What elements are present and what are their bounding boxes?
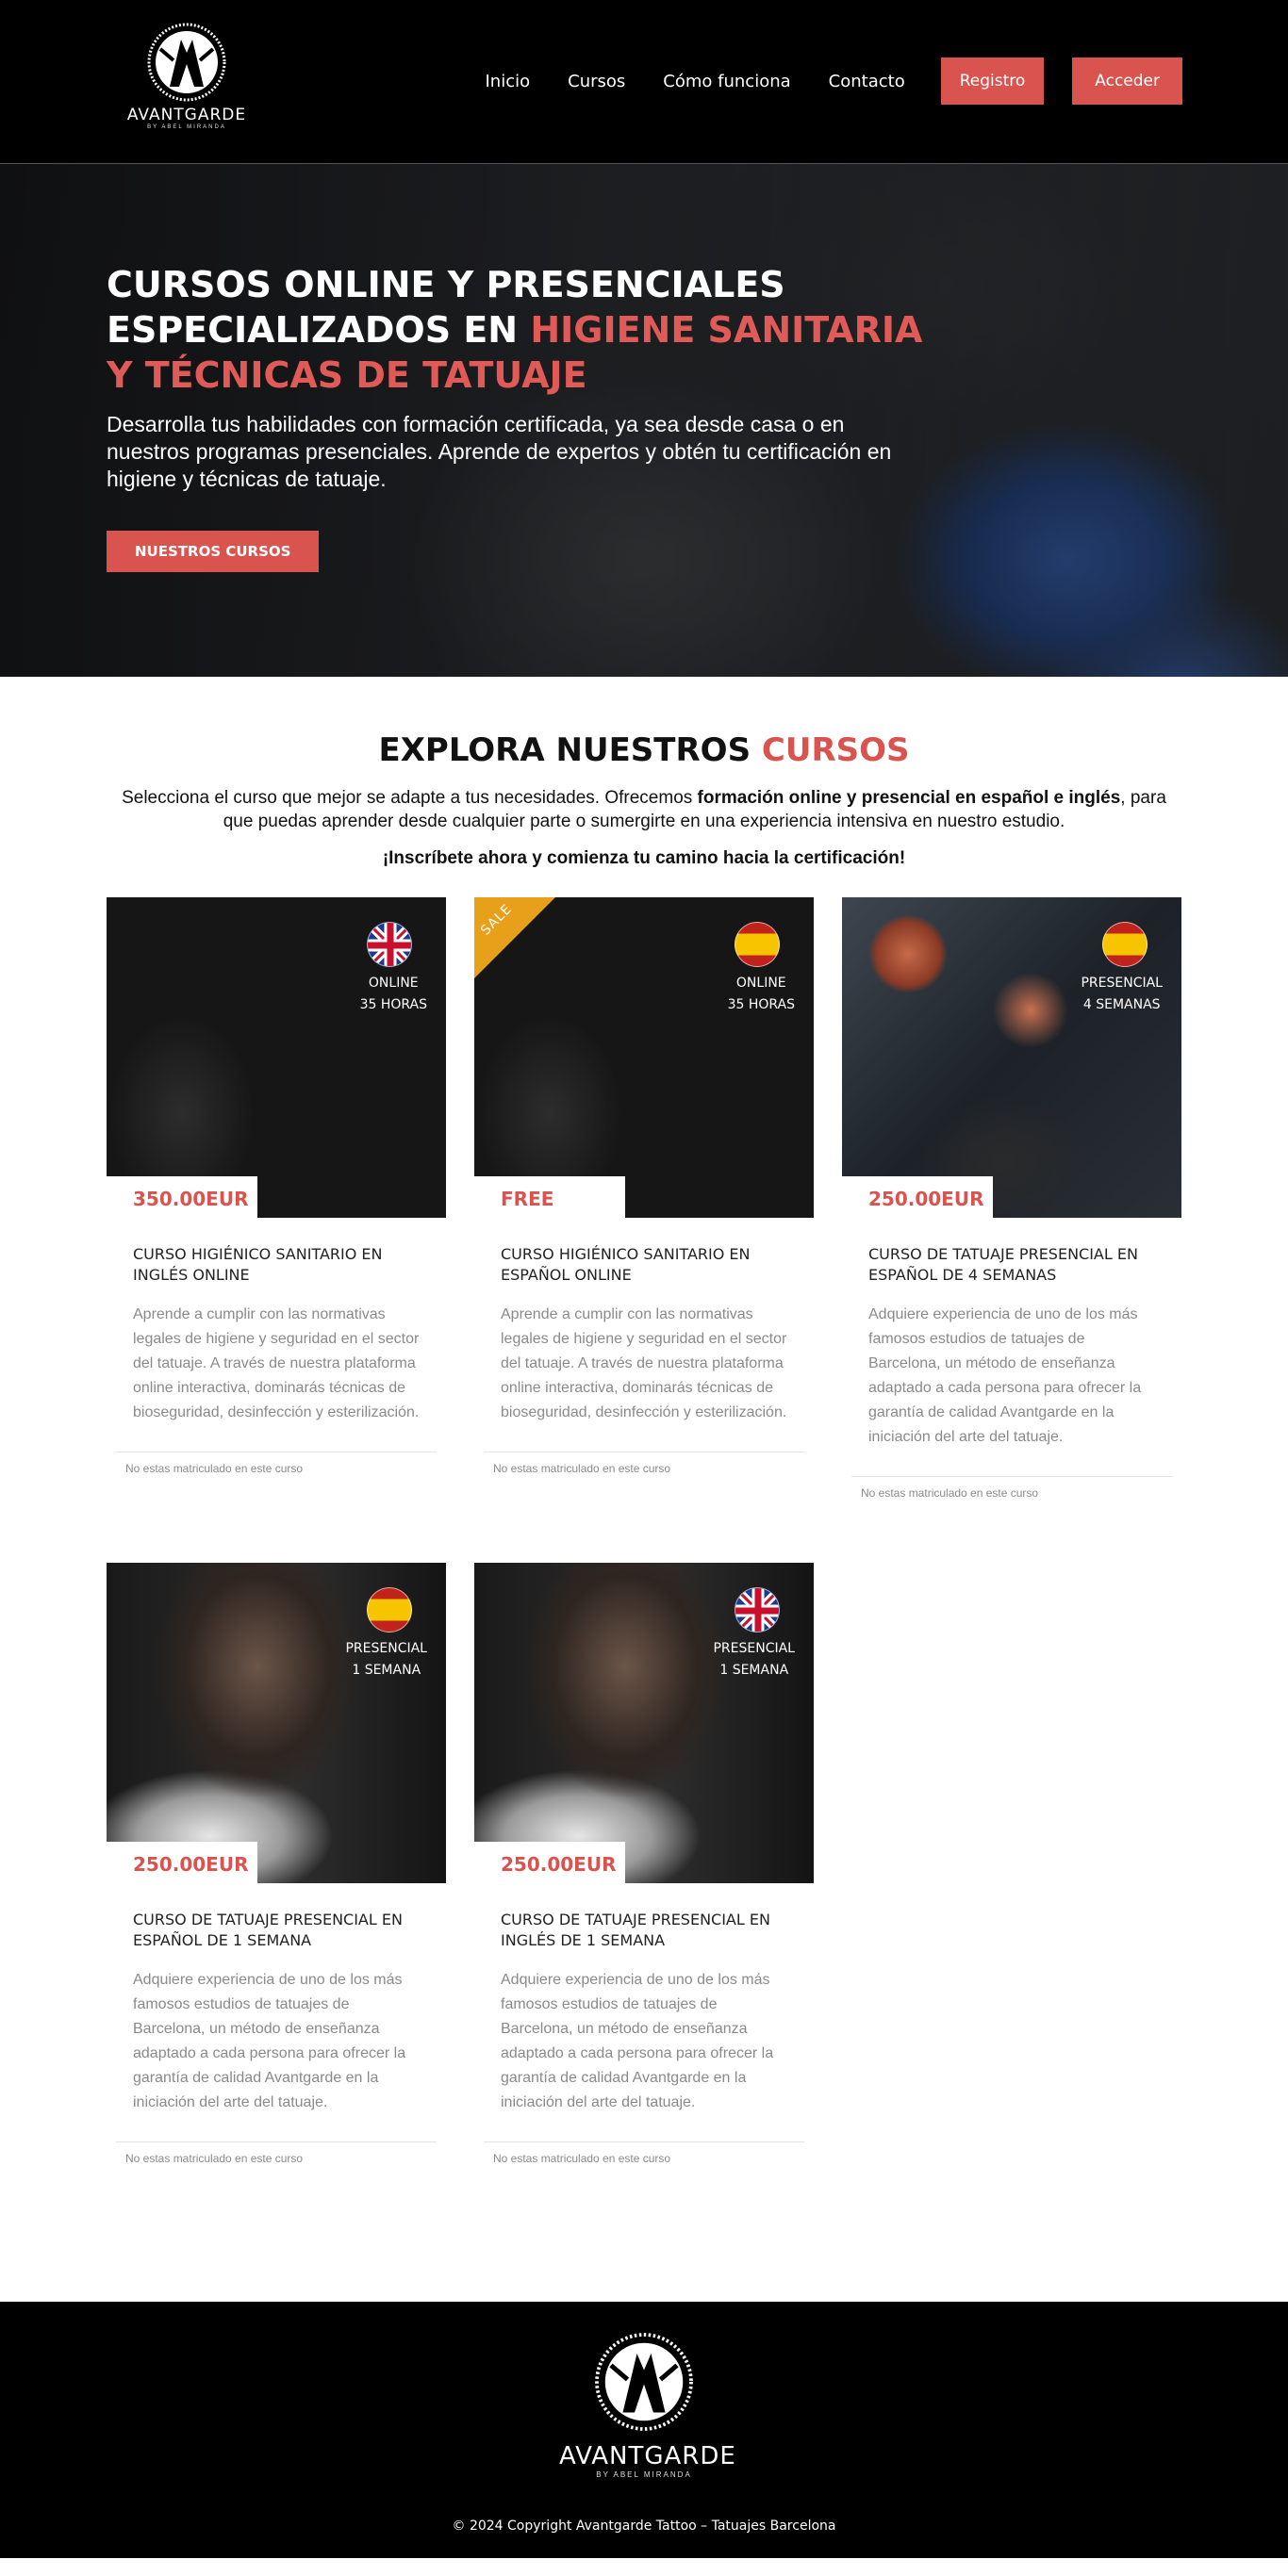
course-card[interactable]: PRESENCIAL 1 SEMANA 250.00EUR CURSO DE TA… [474, 1563, 814, 2228]
course-duration: 1 SEMANA [719, 1663, 789, 1678]
course-grid: ONLINE 35 HORAS 350.00EUR CURSO HIGIÉNICO… [107, 897, 1181, 2228]
intro-bold-text: formación online y presencial en español… [697, 788, 1121, 808]
course-mode: ONLINE [735, 976, 786, 991]
course-price: 250.00EUR [474, 1842, 625, 1883]
hero-title-line2: ESPECIALIZADOS EN [107, 309, 531, 351]
course-card[interactable]: PRESENCIAL 1 SEMANA 250.00EUR CURSO DE TA… [107, 1563, 446, 2228]
intro-text: Selecciona el curso que mejor se adapte … [122, 788, 698, 808]
footer-logo[interactable]: AVANTGARDE BY ABEL MIRANDA [559, 2330, 735, 2479]
course-description: Adquiere experiencia de uno de los más f… [501, 1972, 774, 2110]
spain-flag-icon [367, 1587, 412, 1633]
course-title[interactable]: CURSO DE TATUAJE PRESENCIAL EN ESPAÑOL D… [133, 1910, 420, 1951]
course-mode: PRESENCIAL [1081, 976, 1163, 991]
course-price: 250.00EUR [842, 1176, 993, 1218]
course-format-badge: PRESENCIAL 1 SEMANA [713, 1638, 795, 1682]
course-format-badge: ONLINE 35 HORAS [360, 973, 427, 1016]
course-description: Aprende a cumplir con las normativas leg… [133, 1306, 420, 1420]
courses-section: EXPLORA NUESTROS CURSOS Selecciona el cu… [0, 677, 1288, 2302]
spain-flag-icon [1102, 922, 1148, 967]
enrollment-status: No estas matriculado en este curso [484, 2141, 804, 2228]
course-format-badge: PRESENCIAL 4 SEMANAS [1081, 973, 1163, 1016]
course-price: 350.00EUR [107, 1176, 257, 1218]
logo-wordmark: AVANTGARDE [126, 106, 247, 124]
course-mode: ONLINE [368, 976, 419, 991]
enrollment-status: No estas matriculado en este curso [116, 1452, 437, 1538]
nav-inicio[interactable]: Inicio [486, 72, 531, 91]
courses-intro: Selecciona el curso que mejor se adapte … [107, 786, 1181, 833]
footer-logo-wordmark: AVANTGARDE [559, 2442, 736, 2470]
course-image[interactable]: PRESENCIAL 4 SEMANAS 250.00EUR [842, 897, 1181, 1218]
course-image[interactable]: SALE ONLINE 35 HORAS FREE [474, 897, 814, 1218]
course-format-badge: PRESENCIAL 1 SEMANA [345, 1638, 427, 1682]
course-body: CURSO DE TATUAJE PRESENCIAL EN INGLÉS DE… [474, 1883, 814, 2115]
course-description: Adquiere experiencia de uno de los más f… [868, 1306, 1142, 1445]
footer-logo-subtitle: BY ABEL MIRANDA [596, 2470, 692, 2479]
hero-title-line1: CURSOS ONLINE Y PRESENCIALES [107, 264, 785, 305]
site-footer: AVANTGARDE BY ABEL MIRANDA © 2024 Copyri… [0, 2302, 1288, 2558]
course-format-badge: ONLINE 35 HORAS [728, 973, 795, 1016]
nav-como-funciona[interactable]: Cómo funciona [663, 72, 790, 91]
course-title[interactable]: CURSO DE TATUAJE PRESENCIAL EN ESPAÑOL D… [868, 1244, 1155, 1286]
nav-contacto[interactable]: Contacto [829, 72, 905, 91]
courses-heading-highlight: CURSOS [761, 731, 910, 769]
uk-flag-icon [735, 1587, 780, 1633]
course-card[interactable]: SALE ONLINE 35 HORAS FREE CURSO HIGIÉNICO… [474, 897, 814, 1563]
course-duration: 35 HORAS [359, 997, 427, 1012]
hero-title: CURSOS ONLINE Y PRESENCIALES ESPECIALIZA… [107, 262, 936, 398]
nav-cursos[interactable]: Cursos [568, 72, 625, 91]
course-image[interactable]: PRESENCIAL 1 SEMANA 250.00EUR [474, 1563, 814, 1883]
enrollment-status: No estas matriculado en este curso [484, 1452, 804, 1538]
course-body: CURSO HIGIÉNICO SANITARIO EN ESPAÑOL ONL… [474, 1218, 814, 1425]
course-card[interactable]: PRESENCIAL 4 SEMANAS 250.00EUR CURSO DE T… [842, 897, 1181, 1563]
hero-section: CURSOS ONLINE Y PRESENCIALES ESPECIALIZA… [0, 164, 1288, 677]
course-price: 250.00EUR [107, 1842, 257, 1883]
course-duration: 35 HORAS [727, 997, 795, 1012]
hero-title-line3: Y TÉCNICAS DE TATUAJE [107, 354, 587, 396]
course-image[interactable]: ONLINE 35 HORAS 350.00EUR [107, 897, 446, 1218]
course-body: CURSO DE TATUAJE PRESENCIAL EN ESPAÑOL D… [107, 1883, 446, 2115]
site-header: AVANTGARDE BY ABEL MIRANDA Inicio Cursos… [0, 0, 1288, 164]
hero-content: CURSOS ONLINE Y PRESENCIALES ESPECIALIZA… [107, 262, 936, 572]
course-duration: 4 SEMANAS [1082, 997, 1161, 1012]
hero-title-highlight: HIGIENE SANITARIA [530, 309, 923, 351]
sale-ribbon: SALE [474, 897, 555, 978]
our-courses-button[interactable]: NUESTROS CURSOS [107, 531, 320, 572]
course-price: FREE [474, 1176, 625, 1218]
course-description: Aprende a cumplir con las normativas leg… [501, 1306, 787, 1420]
logo-emblem-icon [595, 2333, 693, 2431]
spain-flag-icon [735, 922, 780, 967]
register-button[interactable]: Registro [940, 57, 1045, 105]
course-description: Adquiere experiencia de uno de los más f… [133, 1972, 406, 2110]
logo-emblem-icon [147, 23, 226, 102]
login-button[interactable]: Acceder [1072, 57, 1182, 105]
copyright-text: © 2024 Copyright Avantgarde Tattoo – Tat… [452, 2519, 836, 2534]
course-body: CURSO DE TATUAJE PRESENCIAL EN ESPAÑOL D… [842, 1218, 1181, 1450]
main-nav: Inicio Cursos Cómo funciona Contacto Reg… [448, 57, 1182, 105]
enrollment-status: No estas matriculado en este curso [851, 1476, 1172, 1563]
course-duration: 1 SEMANA [352, 1663, 421, 1678]
course-title[interactable]: CURSO HIGIÉNICO SANITARIO EN ESPAÑOL ONL… [501, 1244, 787, 1286]
course-mode: PRESENCIAL [345, 1641, 427, 1656]
course-body: CURSO HIGIÉNICO SANITARIO EN INGLÉS ONLI… [107, 1218, 446, 1425]
logo-subtitle: BY ABEL MIRANDA [147, 124, 226, 130]
sale-label: SALE [478, 901, 516, 939]
course-image[interactable]: PRESENCIAL 1 SEMANA 250.00EUR [107, 1563, 446, 1883]
courses-heading: EXPLORA NUESTROS CURSOS [0, 731, 1288, 769]
site-logo[interactable]: AVANTGARDE BY ABEL MIRANDA [117, 21, 256, 141]
courses-cta: ¡Inscríbete ahora y comienza tu camino h… [382, 848, 906, 868]
course-title[interactable]: CURSO HIGIÉNICO SANITARIO EN INGLÉS ONLI… [133, 1244, 420, 1286]
hero-description: Desarrolla tus habilidades con formación… [107, 412, 892, 491]
course-mode: PRESENCIAL [713, 1641, 795, 1656]
uk-flag-icon [367, 922, 412, 967]
course-card[interactable]: ONLINE 35 HORAS 350.00EUR CURSO HIGIÉNICO… [107, 897, 446, 1563]
enrollment-status: No estas matriculado en este curso [116, 2141, 437, 2228]
courses-heading-text: EXPLORA NUESTROS [378, 731, 762, 769]
course-title[interactable]: CURSO DE TATUAJE PRESENCIAL EN INGLÉS DE… [501, 1910, 787, 1951]
